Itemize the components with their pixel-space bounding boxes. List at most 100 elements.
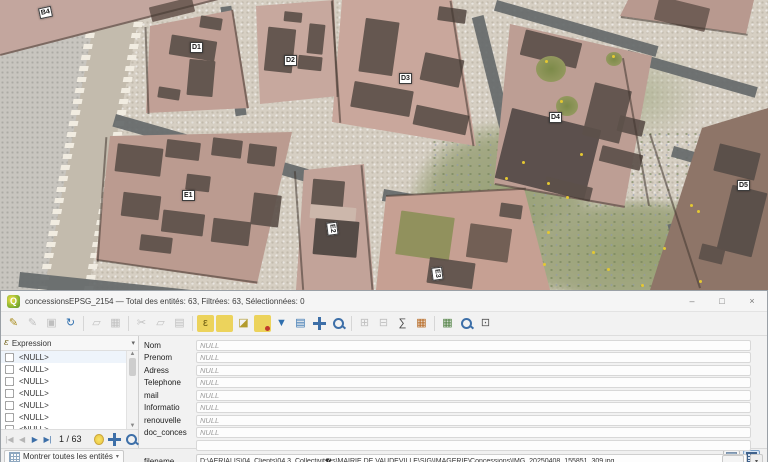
show-features-filter-button[interactable]: Montrer toutes les entités ▾: [4, 450, 124, 462]
screen: B4D1D2D3D4D5E1E2E3 Q concessionsEPSG_215…: [0, 0, 768, 462]
field-label: doc_conces: [144, 428, 196, 437]
deselect-all[interactable]: [254, 315, 271, 332]
scrollbar-thumb[interactable]: [129, 358, 136, 376]
zoom-to-selection[interactable]: [330, 315, 347, 332]
search-widget[interactable]: [458, 315, 475, 332]
feature-null-label: <NULL>: [19, 401, 49, 410]
toolbar-separator: [83, 316, 84, 331]
feature-null-label: <NULL>: [19, 365, 49, 374]
previous-feature-button[interactable]: ◀: [17, 435, 28, 444]
feature-checkbox[interactable]: [5, 376, 14, 385]
dock-attribute-table[interactable]: ⊡: [477, 315, 494, 332]
invert-selection[interactable]: ◪: [235, 315, 252, 332]
feature-list-item[interactable]: <NULL>: [1, 351, 126, 363]
form-field-row: Nom: [144, 339, 763, 352]
highlight-feature-icon[interactable]: [94, 434, 104, 445]
field-input[interactable]: [196, 415, 751, 426]
move-selection-to-top[interactable]: ▤: [292, 315, 309, 332]
feature-list: <NULL> <NULL> <NULL> <NULL> <NUL: [1, 351, 126, 429]
form-view-panel: Nom Prenom Adress Telephone mail: [139, 336, 767, 448]
minimize-button[interactable]: –: [677, 292, 707, 310]
feature-list-item[interactable]: <NULL>: [1, 411, 126, 423]
form-field-row: renouvelle: [144, 414, 763, 427]
zoom-to-feature-icon[interactable]: [123, 431, 138, 448]
map-canvas[interactable]: B4D1D2D3D4D5E1E2E3: [0, 0, 768, 290]
toolbar-icon[interactable]: [496, 315, 513, 332]
select-all[interactable]: [216, 315, 233, 332]
plot-label: D5: [737, 180, 750, 191]
feature-list-item[interactable]: <NULL>: [1, 363, 126, 375]
feature-checkbox[interactable]: [5, 352, 14, 361]
form-field-row: Prenom: [144, 352, 763, 365]
field-input[interactable]: [196, 365, 751, 376]
maximize-button[interactable]: □: [707, 292, 737, 310]
scroll-up-icon[interactable]: ▲: [130, 351, 136, 357]
field-input[interactable]: [196, 390, 751, 401]
feature-list-item[interactable]: <NULL>: [1, 399, 126, 411]
field-input[interactable]: [196, 402, 751, 413]
field-label: filename: [144, 457, 196, 462]
feature-null-label: <NULL>: [19, 377, 49, 386]
form-field-row: [144, 439, 763, 452]
field-input[interactable]: [196, 340, 751, 351]
duplicate-feature[interactable]: ▱: [88, 315, 105, 332]
cut-features[interactable]: ✂: [133, 315, 150, 332]
last-feature-button[interactable]: ▶|: [42, 435, 53, 444]
feature-checkbox[interactable]: [5, 388, 14, 397]
first-feature-button[interactable]: |◀: [4, 435, 15, 444]
feature-checkbox[interactable]: [5, 400, 14, 409]
attribute-table-window: Q concessionsEPSG_2154 — Total des entit…: [0, 290, 768, 462]
save-edits[interactable]: ▣: [43, 315, 60, 332]
copy-features[interactable]: ▱: [152, 315, 169, 332]
attribute-toolbar: ✎✎▣↻▱▦✂▱▤ε◪▼▤⊞⊟∑▦▦⊡: [1, 312, 767, 336]
toolbar-separator: [351, 316, 352, 331]
delete-feature[interactable]: ▦: [107, 315, 124, 332]
field-label: Prenom: [144, 353, 196, 362]
feature-checkbox[interactable]: [5, 424, 14, 429]
filter-mode-label: Montrer toutes les entités: [23, 452, 113, 461]
form-field-row: Informatio: [144, 402, 763, 415]
field-label: Telephone: [144, 378, 196, 387]
plot-label: E2: [326, 222, 338, 236]
field-calculator[interactable]: ∑: [394, 315, 411, 332]
field-input[interactable]: [196, 377, 751, 388]
next-feature-button[interactable]: ▶: [30, 435, 41, 444]
pan-to-feature-icon[interactable]: [106, 431, 121, 448]
toolbar-separator: [192, 316, 193, 331]
toolbar-separator: [128, 316, 129, 331]
field-label: Nom: [144, 341, 196, 350]
filename-input[interactable]: [197, 458, 722, 462]
add-field[interactable]: ⊞: [356, 315, 373, 332]
plot-label: D3: [399, 73, 412, 84]
filename-field-row: filename … ▾: [139, 454, 767, 462]
expression-filter-bar[interactable]: ε Expression ▾: [1, 336, 138, 351]
field-input[interactable]: [196, 440, 751, 451]
delete-field[interactable]: ⊟: [375, 315, 392, 332]
conditional-formatting[interactable]: ▦: [413, 315, 430, 332]
list-scrollbar[interactable]: ▲ ▼: [126, 351, 138, 429]
close-button[interactable]: ×: [737, 292, 767, 310]
feature-list-item[interactable]: <NULL>: [1, 387, 126, 399]
organize-columns[interactable]: ▦: [439, 315, 456, 332]
chevron-down-icon[interactable]: ▾: [131, 339, 135, 347]
qgis-app-icon: Q: [7, 295, 20, 308]
feature-checkbox[interactable]: [5, 364, 14, 373]
pan-to-selection[interactable]: [311, 315, 328, 332]
select-by-expression[interactable]: ε: [197, 315, 214, 332]
filter-features[interactable]: ▼: [273, 315, 290, 332]
widget-dropdown-icon[interactable]: ▾: [750, 454, 763, 462]
multi-edit[interactable]: ✎: [24, 315, 41, 332]
field-input[interactable]: [196, 352, 751, 363]
feature-null-label: <NULL>: [19, 353, 49, 362]
field-label: Adress: [144, 366, 196, 375]
feature-list-item[interactable]: <NULL>: [1, 375, 126, 387]
toggle-editing[interactable]: ✎: [5, 315, 22, 332]
field-input[interactable]: [196, 427, 751, 438]
feature-checkbox[interactable]: [5, 412, 14, 421]
form-field-row: Telephone: [144, 377, 763, 390]
reload[interactable]: ↻: [62, 315, 79, 332]
window-title: concessionsEPSG_2154 — Total des entités…: [25, 297, 677, 306]
paste-features[interactable]: ▤: [171, 315, 188, 332]
browse-button[interactable]: …: [722, 455, 744, 462]
feature-counter[interactable]: 1 / 63: [59, 434, 82, 444]
